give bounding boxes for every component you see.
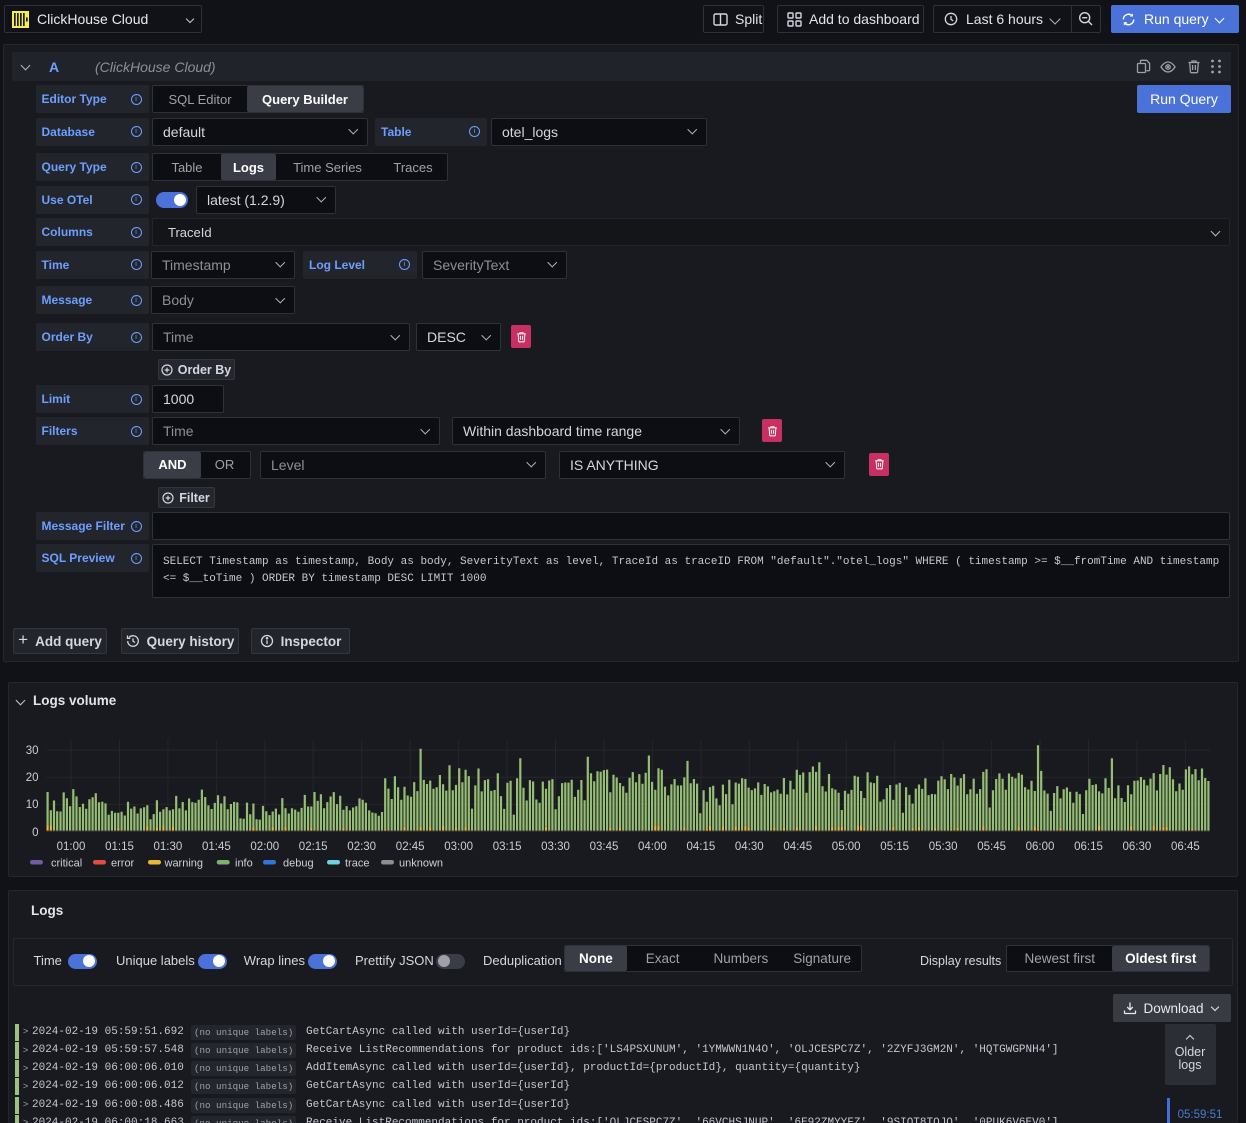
svg-text:04:45: 04:45 [783, 841, 812, 853]
svg-text:trace: trace [345, 858, 369, 870]
svg-text:02:30: 02:30 [347, 841, 376, 853]
svg-text:06:15: 06:15 [1074, 841, 1103, 853]
svg-text:01:00: 01:00 [57, 841, 86, 853]
svg-text:03:45: 03:45 [590, 841, 619, 853]
svg-text:warning: warning [164, 858, 204, 870]
svg-text:04:00: 04:00 [638, 841, 667, 853]
svg-text:error: error [111, 858, 135, 870]
svg-text:05:45: 05:45 [977, 841, 1006, 853]
svg-text:03:30: 03:30 [541, 841, 570, 853]
svg-text:critical: critical [51, 858, 82, 870]
svg-text:03:00: 03:00 [444, 841, 473, 853]
svg-text:04:30: 04:30 [735, 841, 764, 853]
svg-text:30: 30 [26, 745, 39, 757]
svg-text:05:15: 05:15 [880, 841, 909, 853]
svg-text:01:45: 01:45 [202, 841, 231, 853]
svg-text:debug: debug [283, 858, 314, 870]
svg-text:02:45: 02:45 [396, 841, 425, 853]
svg-text:06:45: 06:45 [1171, 841, 1200, 853]
svg-text:06:00: 06:00 [1026, 841, 1055, 853]
svg-text:0: 0 [32, 827, 38, 839]
svg-text:04:15: 04:15 [687, 841, 716, 853]
svg-text:unknown: unknown [399, 858, 443, 870]
svg-text:10: 10 [26, 799, 39, 811]
svg-text:05:00: 05:00 [832, 841, 861, 853]
svg-text:05:30: 05:30 [929, 841, 958, 853]
svg-text:20: 20 [26, 772, 39, 784]
svg-text:info: info [235, 858, 253, 870]
svg-text:02:00: 02:00 [250, 841, 279, 853]
svg-text:03:15: 03:15 [493, 841, 522, 853]
svg-text:01:30: 01:30 [154, 841, 183, 853]
svg-text:06:30: 06:30 [1123, 841, 1152, 853]
svg-text:02:15: 02:15 [299, 841, 328, 853]
svg-text:01:15: 01:15 [105, 841, 134, 853]
